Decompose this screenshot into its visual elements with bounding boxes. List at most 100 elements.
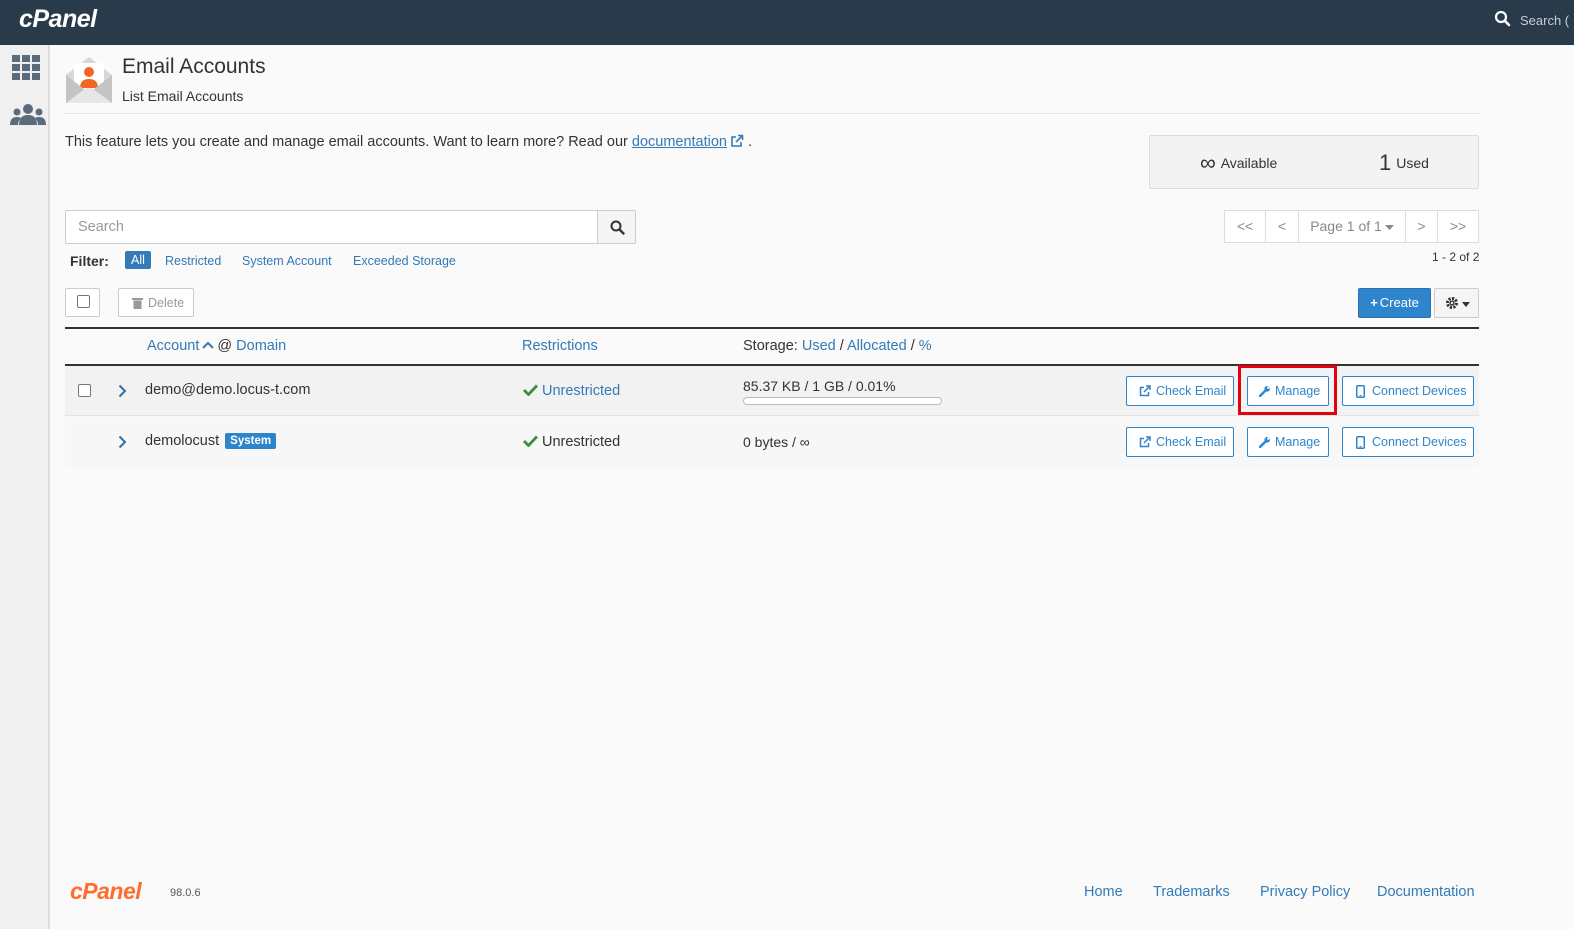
connect-devices-button[interactable]: Connect Devices	[1342, 376, 1474, 406]
table-row: demolocust System Unrestricted 0 bytes / …	[65, 417, 1479, 467]
documentation-link[interactable]: documentation	[632, 134, 727, 150]
account-column-header[interactable]: Account @ Domain	[147, 338, 286, 354]
sort-ascending-icon	[202, 341, 215, 349]
chevron-right-icon[interactable]	[118, 435, 127, 449]
manage-button[interactable]: Manage	[1247, 427, 1329, 457]
top-search[interactable]: Search (	[1494, 10, 1574, 34]
account-name-text: demolocust	[145, 433, 220, 449]
available-stat: ∞ Available	[1200, 150, 1277, 176]
account-stats: ∞ Available 1 Used	[1149, 135, 1479, 189]
check-email-button[interactable]: Check Email	[1126, 376, 1234, 406]
connect-devices-button[interactable]: Connect Devices	[1342, 427, 1474, 457]
available-label: Available	[1220, 155, 1278, 171]
last-page-button[interactable]: >>	[1437, 210, 1479, 243]
external-link-icon	[1139, 385, 1151, 397]
storage-prefix: Storage:	[743, 338, 798, 354]
external-link-icon	[731, 134, 744, 147]
delete-button[interactable]: Delete	[118, 288, 194, 317]
sort-percent-link[interactable]: %	[919, 338, 932, 354]
row-checkbox[interactable]	[78, 384, 91, 397]
footer-cpanel-logo: cPanel	[70, 878, 142, 904]
result-count: 1 - 2 of 2	[1432, 250, 1480, 264]
settings-menu-button[interactable]	[1434, 288, 1479, 318]
used-label: Used	[1396, 155, 1429, 171]
manage-highlight-box	[1238, 365, 1337, 415]
restrictions-column-header[interactable]: Restrictions	[522, 338, 598, 354]
users-icon[interactable]	[10, 101, 46, 133]
search-input[interactable]: Search	[65, 210, 598, 244]
page-subtitle: List Email Accounts	[122, 88, 244, 104]
filter-restricted[interactable]: Restricted	[165, 254, 221, 268]
footer-privacy-policy-link[interactable]: Privacy Policy	[1260, 884, 1350, 900]
footer-home-link[interactable]: Home	[1084, 884, 1123, 900]
used-stat: 1 Used	[1379, 150, 1429, 176]
caret-down-icon	[1384, 225, 1394, 230]
divider	[64, 113, 1480, 114]
storage-usage: 0 bytes / ∞	[743, 434, 810, 450]
at-sign: @	[217, 338, 233, 354]
manage-label: Manage	[1275, 435, 1321, 449]
top-bar: cPanel Search (	[0, 0, 1574, 45]
restriction-text: Unrestricted	[542, 434, 621, 450]
version-number: 98.0.6	[170, 887, 201, 899]
footer-documentation-link[interactable]: Documentation	[1377, 884, 1475, 900]
storage-sep-2: /	[910, 338, 915, 354]
intro-text: This feature lets you create and manage …	[65, 134, 752, 150]
available-value: ∞	[1200, 150, 1216, 175]
create-button[interactable]: + Create	[1358, 288, 1431, 318]
gear-icon	[1446, 297, 1458, 309]
mobile-phone-icon	[1356, 436, 1365, 449]
restriction-status: Unrestricted	[523, 383, 620, 399]
plus-icon: +	[1370, 295, 1378, 310]
connect-devices-label: Connect Devices	[1372, 384, 1467, 398]
sort-domain-link[interactable]: Domain	[236, 338, 286, 354]
chevron-right-icon[interactable]	[118, 384, 127, 398]
check-icon	[523, 435, 539, 448]
account-name: demo@demo.locus-t.com	[145, 382, 311, 398]
intro-body: This feature lets you create and manage …	[65, 134, 632, 150]
connect-devices-label: Connect Devices	[1372, 435, 1467, 449]
search-icon	[1494, 10, 1511, 27]
filter-system-account[interactable]: System Account	[242, 254, 332, 268]
check-email-button[interactable]: Check Email	[1126, 427, 1234, 457]
delete-label: Delete	[148, 296, 185, 310]
filter-label: Filter:	[70, 253, 109, 269]
select-all-box[interactable]	[65, 288, 100, 317]
storage-progress-bar	[743, 397, 942, 405]
filter-exceeded-storage[interactable]: Exceeded Storage	[353, 254, 456, 268]
sort-allocated-link[interactable]: Allocated	[847, 338, 907, 354]
filter-all[interactable]: All	[125, 251, 151, 269]
next-page-button[interactable]: >	[1405, 210, 1438, 243]
mobile-phone-icon	[1356, 385, 1365, 398]
page-select[interactable]: Page 1 of 1	[1298, 210, 1406, 243]
apps-grid-icon[interactable]	[10, 53, 42, 85]
external-link-icon	[1139, 436, 1151, 448]
check-email-label: Check Email	[1156, 384, 1227, 398]
top-search-input[interactable]: Search (	[1520, 13, 1574, 28]
account-name: demolocust System	[145, 433, 277, 449]
table-top-border	[65, 327, 1479, 329]
caret-down-icon	[1462, 302, 1470, 307]
sort-restrictions-link[interactable]: Restrictions	[522, 338, 598, 354]
sort-used-link[interactable]: Used	[802, 338, 836, 354]
storage-column-header: Storage: Used / Allocated / %	[743, 338, 932, 354]
search-button[interactable]	[597, 210, 636, 244]
check-icon	[523, 384, 539, 397]
trash-icon	[132, 298, 143, 309]
prev-page-button[interactable]: <	[1265, 210, 1299, 243]
storage-usage: 85.37 KB / 1 GB / 0.01%	[743, 378, 896, 394]
search-icon	[610, 220, 625, 235]
used-value: 1	[1379, 150, 1392, 175]
restriction-status: Unrestricted	[523, 434, 620, 450]
create-label: Create	[1379, 295, 1419, 310]
restriction-link[interactable]: Unrestricted	[542, 383, 620, 399]
first-page-button[interactable]: <<	[1224, 210, 1266, 243]
footer-trademarks-link[interactable]: Trademarks	[1153, 884, 1230, 900]
select-all-checkbox[interactable]	[77, 295, 90, 308]
cpanel-logo[interactable]: cPanel	[19, 5, 97, 34]
check-email-label: Check Email	[1156, 435, 1227, 449]
sort-account-link[interactable]: Account	[147, 338, 199, 354]
email-accounts-icon	[64, 55, 114, 105]
storage-sep-1: /	[839, 338, 844, 354]
page-label: Page 1 of 1	[1310, 218, 1382, 234]
